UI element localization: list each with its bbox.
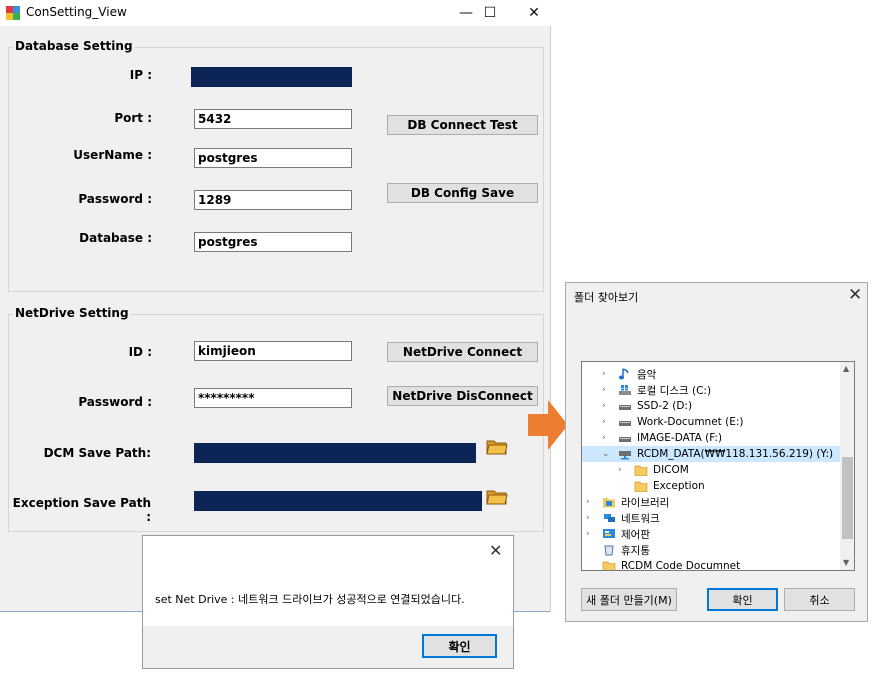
folder-tree-item[interactable]: 휴지통: [586, 542, 650, 558]
chevron-right-icon[interactable]: ›: [602, 417, 612, 427]
network-icon: [602, 512, 616, 524]
folder-tree-item[interactable]: › IMAGE-DATA (F:): [602, 430, 722, 446]
chevron-right-icon[interactable]: ›: [618, 465, 628, 475]
folder-tree-item[interactable]: › 라이브러리: [586, 494, 669, 510]
ip-label: IP :: [129, 68, 152, 82]
folder-tree-item-label: Work-Documnet (E:): [637, 416, 744, 428]
folder-tree-item-label: 네트워크: [621, 512, 660, 525]
folder-tree-item[interactable]: › 네트워크: [586, 510, 660, 526]
new-folder-button[interactable]: 새 폴더 만들기(M): [581, 588, 677, 611]
netdrive-connect-button[interactable]: NetDrive Connect: [387, 342, 538, 362]
folder-tree-item-label: 로컬 디스크 (C:): [637, 384, 712, 397]
database-field[interactable]: postgres: [194, 232, 352, 252]
exception-browse-folder-icon[interactable]: [486, 486, 508, 506]
ip-field[interactable]: [191, 67, 352, 87]
db-connect-test-button[interactable]: DB Connect Test: [387, 115, 538, 135]
netdrive-setting-title: NetDrive Setting: [13, 306, 131, 320]
id-field[interactable]: kimjieon: [194, 341, 352, 361]
folder-icon: [634, 464, 648, 476]
folder-tree-item[interactable]: Exception: [618, 478, 705, 494]
scroll-down-icon[interactable]: ▼: [843, 558, 849, 567]
folder-tree-item-label: Exception: [653, 480, 705, 492]
drive-icon: [618, 432, 632, 444]
control-panel-icon: [602, 528, 616, 540]
netdrive-password-field[interactable]: *********: [194, 388, 352, 408]
chevron-right-icon[interactable]: ›: [602, 433, 612, 443]
folder-tree-item[interactable]: › 음악: [602, 366, 656, 382]
folder-tree-item-label: SSD-2 (D:): [637, 400, 693, 412]
folder-browser-dialog: 폴더 찾아보기 ✕ › 음악 › 로컬 디스크 (C:) › SSD-2 (D:) › Wor…: [565, 282, 868, 622]
password-label: Password :: [78, 192, 152, 206]
dcm-save-path-field[interactable]: [194, 443, 476, 463]
message-box: ✕ set Net Drive : 네트워크 드라이브가 성공적으로 연결되었습…: [142, 535, 514, 669]
port-field[interactable]: 5432: [194, 109, 352, 129]
folder-browser-title: 폴더 찾아보기: [574, 291, 639, 304]
folder-tree-scrollbar[interactable]: ▲ ▼: [840, 362, 854, 570]
folder-tree-item[interactable]: RCDM Code Documnet: [586, 558, 741, 571]
network-drive-icon: [618, 448, 632, 460]
netdrive-disconnect-button[interactable]: NetDrive DisConnect: [387, 386, 538, 406]
folder-tree[interactable]: › 음악 › 로컬 디스크 (C:) › SSD-2 (D:) › Work-Documnet…: [581, 361, 855, 571]
folder-tree-item-label: IMAGE-DATA (F:): [637, 432, 723, 444]
scroll-up-icon[interactable]: ▲: [843, 364, 849, 373]
folder-ok-button[interactable]: 확인: [707, 588, 778, 611]
message-box-close-icon[interactable]: ✕: [489, 541, 502, 560]
message-text: set Net Drive : 네트워크 드라이브가 성공적으로 연결되었습니다…: [155, 593, 465, 606]
message-ok-button[interactable]: 확인: [422, 634, 497, 658]
id-label: ID :: [128, 345, 152, 359]
chevron-right-icon[interactable]: ›: [586, 513, 596, 523]
chevron-right-icon[interactable]: ›: [586, 529, 596, 539]
folder-tree-item-label: RCDM_DATA(₩₩118.131.56.219) (Y:): [637, 448, 834, 460]
arrow-right-icon: [528, 400, 568, 450]
close-button[interactable]: ✕: [511, 0, 557, 26]
netdrive-password-label: Password :: [78, 395, 152, 409]
maximize-button[interactable]: ☐: [467, 0, 513, 26]
folder-tree-item-label: 제어판: [621, 528, 650, 541]
music-icon: [618, 368, 632, 380]
chevron-right-icon[interactable]: ›: [602, 385, 612, 395]
folder-tree-item[interactable]: › 로컬 디스크 (C:): [602, 382, 711, 398]
library-icon: [602, 496, 616, 508]
recycle-bin-icon: [602, 544, 616, 556]
drive-icon: [618, 416, 632, 428]
folder-tree-item-label: 음악: [637, 368, 657, 381]
chevron-right-icon[interactable]: ›: [586, 497, 596, 507]
username-label: UserName :: [73, 148, 152, 162]
folder-icon: [602, 560, 616, 570]
database-setting-title: Database Setting: [13, 39, 135, 53]
folder-tree-item-label: 라이브러리: [621, 496, 670, 509]
dcm-save-path-label: DCM Save Path:: [43, 446, 151, 460]
main-window: ConSetting_View — ☐ ✕ Database Setting I…: [0, 0, 551, 612]
chevron-right-icon[interactable]: ›: [602, 369, 612, 379]
port-label: Port :: [114, 111, 152, 125]
drive-icon: [618, 400, 632, 412]
windows-drive-icon: [618, 384, 632, 396]
folder-tree-item[interactable]: › SSD-2 (D:): [602, 398, 692, 414]
folder-icon: [634, 480, 648, 492]
exception-save-path-field[interactable]: [194, 491, 482, 511]
dcm-browse-folder-icon[interactable]: [486, 436, 508, 456]
chevron-right-icon[interactable]: ›: [602, 401, 612, 411]
folder-tree-item-label: DICOM: [653, 464, 689, 476]
database-label: Database :: [79, 231, 152, 245]
chevron-down-icon[interactable]: ⌄: [602, 449, 612, 459]
folder-tree-item[interactable]: › DICOM: [618, 462, 689, 478]
folder-tree-item-label: 휴지통: [621, 544, 650, 557]
username-field[interactable]: postgres: [194, 148, 352, 168]
folder-tree-item[interactable]: › 제어판: [586, 526, 650, 542]
folder-browser-close-icon[interactable]: ✕: [848, 285, 862, 305]
folder-tree-item-label: RCDM Code Documnet: [621, 560, 741, 571]
scrollbar-thumb[interactable]: [842, 457, 853, 539]
window-title: ConSetting_View: [26, 5, 127, 19]
folder-tree-item[interactable]: › Work-Documnet (E:): [602, 414, 743, 430]
folder-tree-item[interactable]: ⌄ RCDM_DATA(₩₩118.131.56.219) (Y:): [582, 446, 840, 462]
exception-save-path-label: Exception Save Path :: [12, 496, 151, 524]
folder-cancel-button[interactable]: 취소: [784, 588, 855, 611]
password-field[interactable]: 1289: [194, 190, 352, 210]
db-config-save-button[interactable]: DB Config Save: [387, 183, 538, 203]
app-icon: [6, 6, 20, 20]
title-bar[interactable]: ConSetting_View — ☐ ✕: [0, 0, 551, 26]
